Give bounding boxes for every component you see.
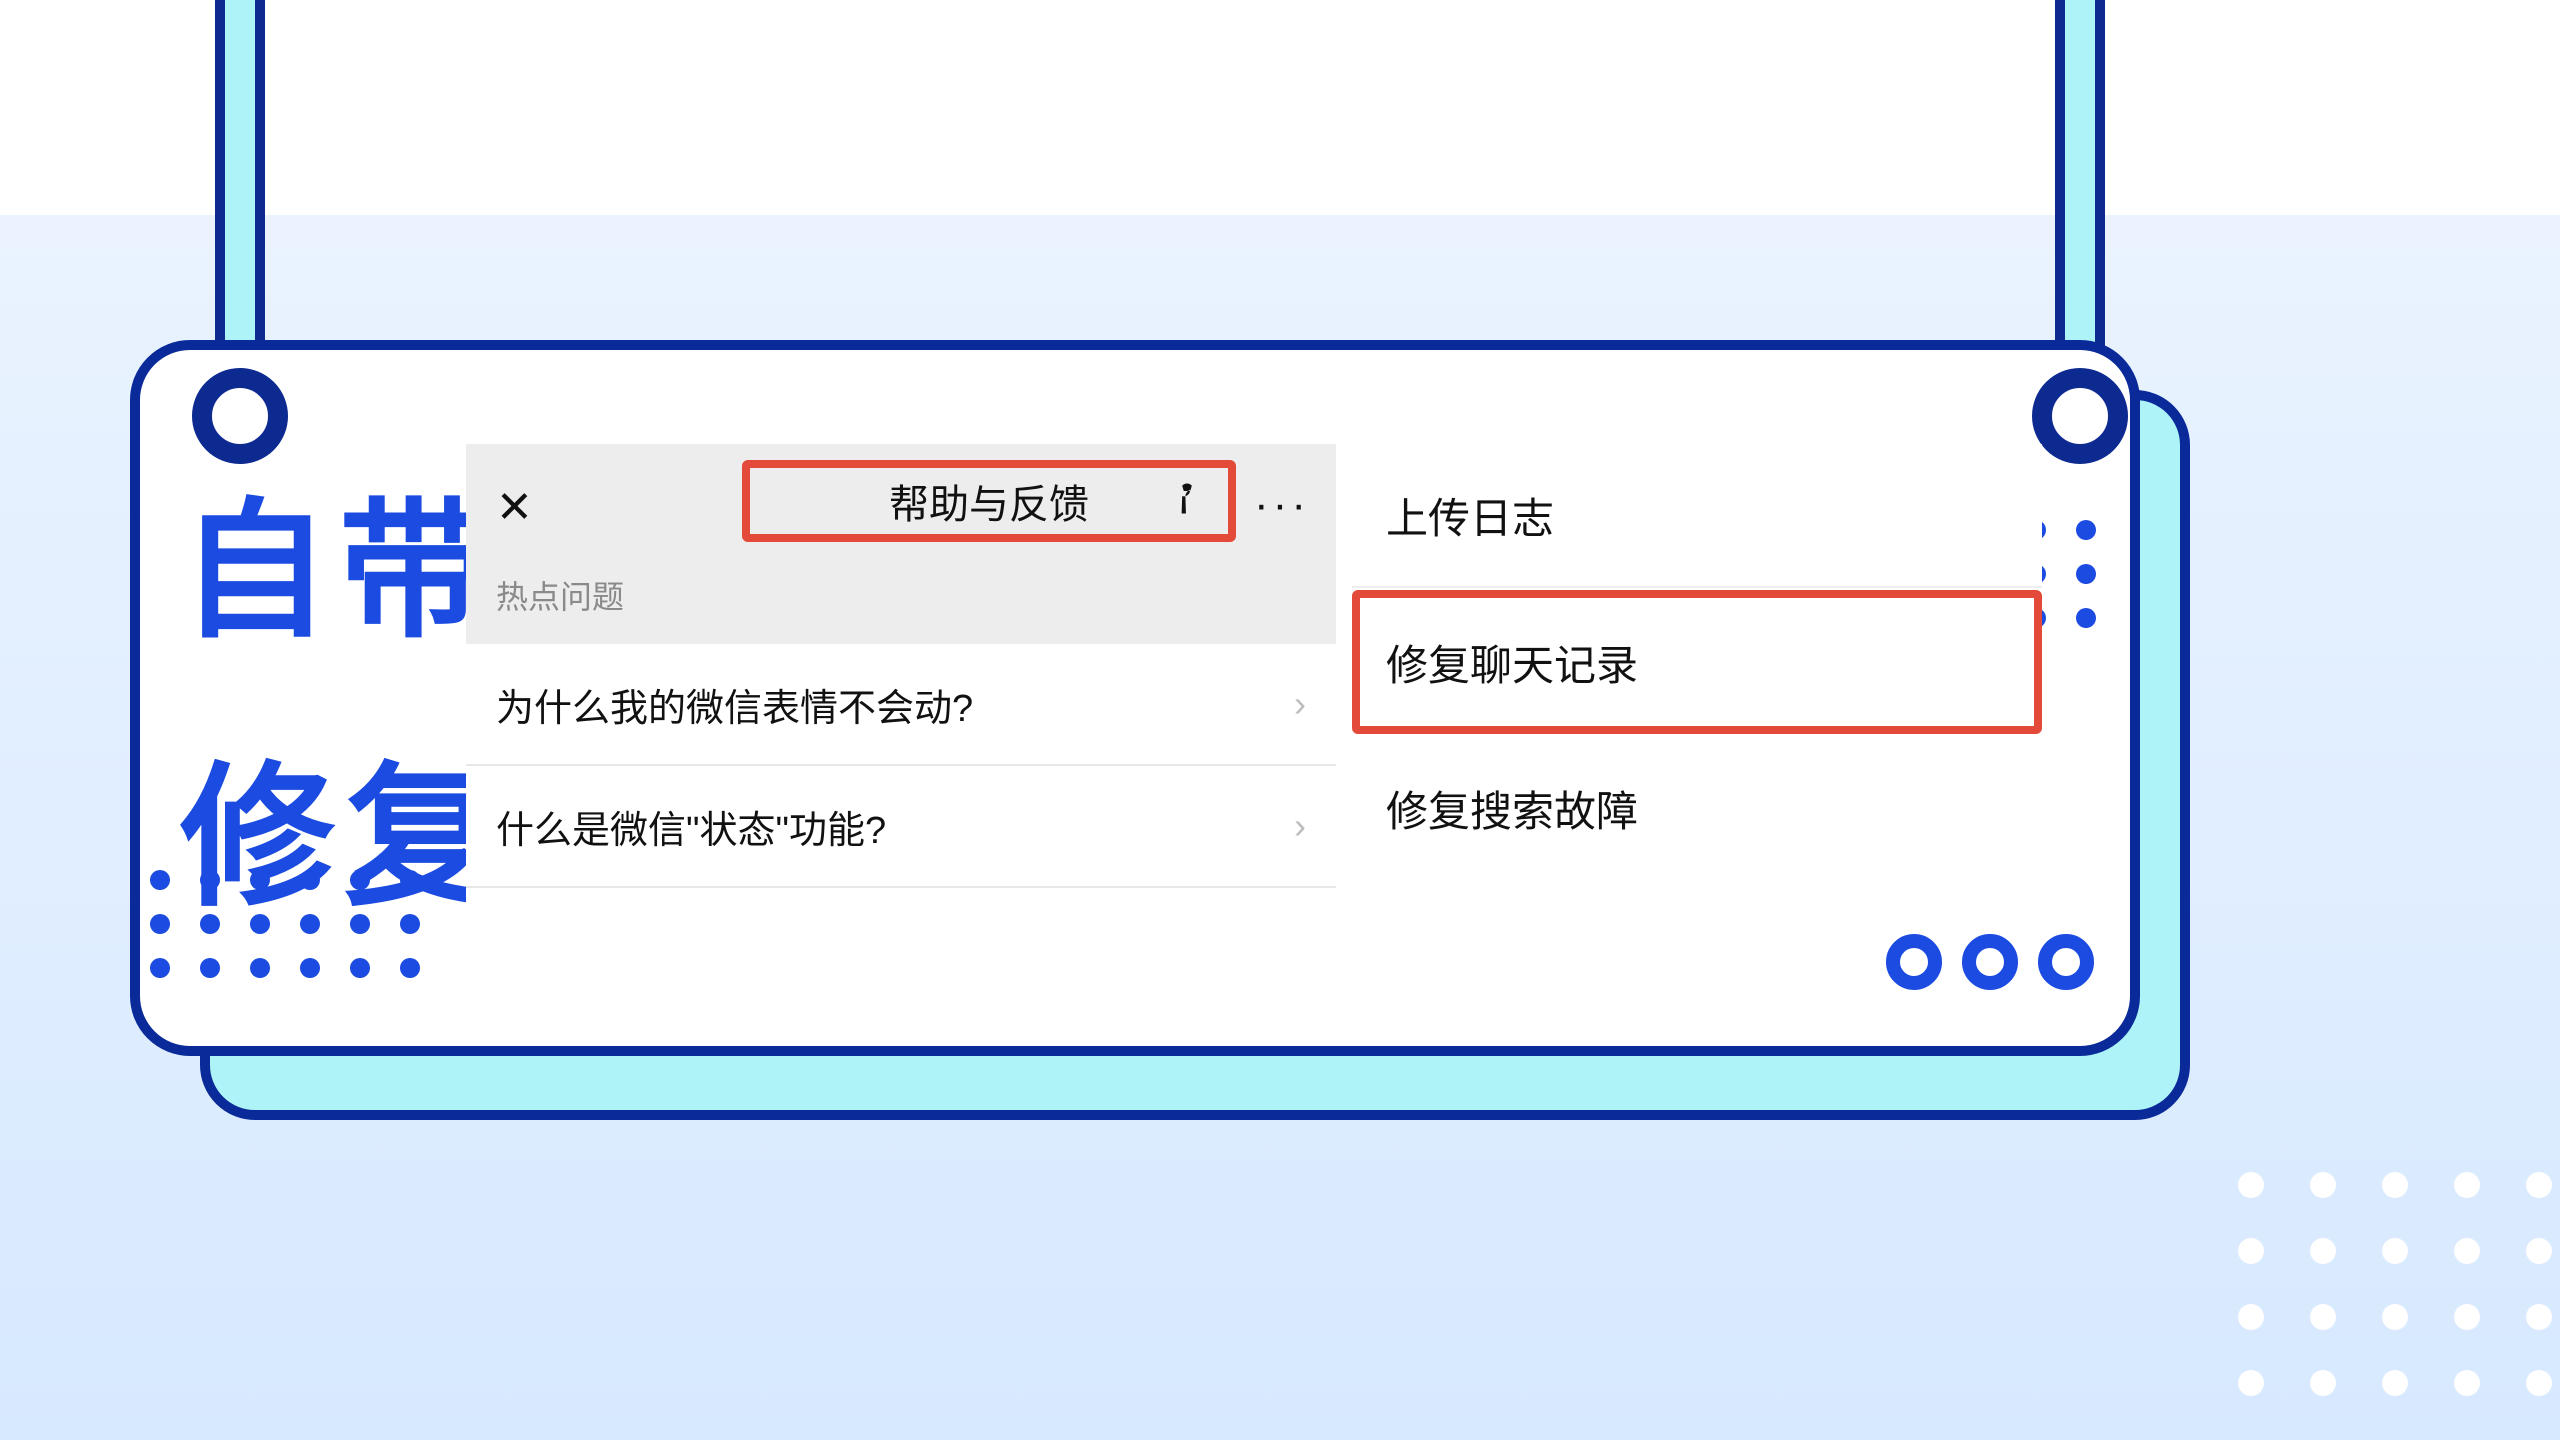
screen-title-highlight: 帮助与反馈 bbox=[742, 460, 1236, 542]
help-feedback-screen: ✕ 帮助与反馈 ··· 热点问题 为什么我的微信表情不会动? › 什么是微信"状… bbox=[466, 444, 1336, 924]
wrench-icon[interactable] bbox=[1174, 479, 1200, 524]
menu-item-label: 修复搜索故障 bbox=[1386, 778, 1638, 839]
top-white-strip bbox=[0, 0, 2560, 215]
menu-item-repair-chat-highlight[interactable]: 修复聊天记录 bbox=[1352, 590, 2042, 734]
hanger-ring-left bbox=[192, 368, 288, 464]
menu-item-upload-log[interactable]: 上传日志 bbox=[1352, 444, 2042, 588]
faq-item-label: 为什么我的微信表情不会动? bbox=[496, 677, 973, 732]
dot-grid-white bbox=[2238, 1172, 2552, 1396]
title-line1: 自带 bbox=[180, 496, 498, 646]
chevron-right-icon: › bbox=[1294, 683, 1306, 725]
dot-grid-left bbox=[150, 870, 420, 978]
screen-title: 帮助与反馈 bbox=[889, 472, 1089, 530]
close-icon[interactable]: ✕ bbox=[496, 482, 533, 533]
hanger-ring-right bbox=[2032, 368, 2128, 464]
ring-trio bbox=[1886, 934, 2094, 990]
repair-menu: 上传日志 修复聊天记录 修复搜索故障 bbox=[1352, 444, 2042, 902]
more-icon[interactable]: ··· bbox=[1254, 480, 1310, 530]
menu-item-repair-search[interactable]: 修复搜索故障 bbox=[1352, 736, 2042, 880]
chevron-right-icon: › bbox=[1294, 805, 1306, 847]
faq-item-1[interactable]: 为什么我的微信表情不会动? › bbox=[466, 644, 1336, 766]
faq-item-2[interactable]: 什么是微信"状态"功能? › bbox=[466, 766, 1336, 888]
section-header-hot-questions: 热点问题 bbox=[466, 554, 1336, 644]
menu-item-label: 上传日志 bbox=[1386, 485, 1554, 546]
menu-item-label: 修复聊天记录 bbox=[1386, 632, 1638, 693]
faq-item-label: 什么是微信"状态"功能? bbox=[496, 799, 886, 854]
screen-header: ✕ 帮助与反馈 ··· bbox=[466, 444, 1336, 554]
